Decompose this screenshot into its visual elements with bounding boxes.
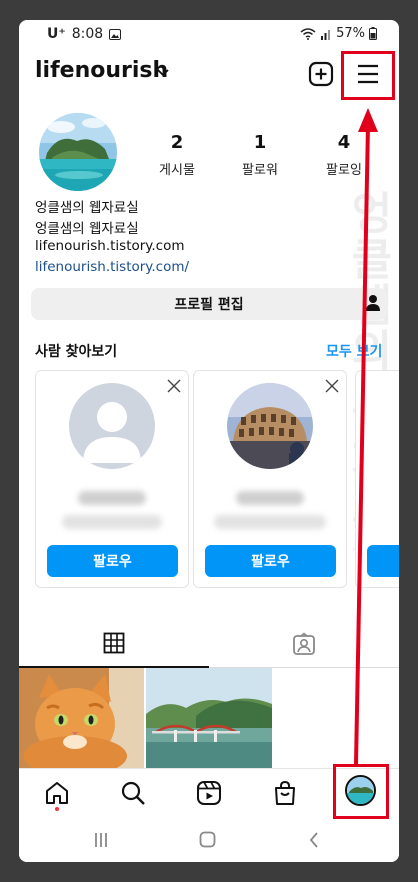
menu-highlight-box (341, 51, 395, 100)
suggestion-card[interactable]: 팔로우 (35, 370, 189, 588)
recent-apps-icon[interactable] (94, 832, 108, 848)
post-thumbnail[interactable] (146, 668, 272, 768)
tagged-icon[interactable] (292, 632, 316, 656)
default-avatar (69, 383, 155, 469)
status-time: 8:08 (71, 26, 104, 42)
phone-screen: U⁺ 8:08 57% lifenourish 2 게시물 1 팔로워 4 팔로… (19, 20, 399, 862)
profile-avatar[interactable] (39, 113, 117, 191)
stat-posts-count: 2 (170, 132, 184, 153)
home-icon[interactable] (44, 780, 70, 806)
gallery-notification-icon (109, 28, 122, 40)
stat-posts-label: 게시물 (159, 163, 195, 178)
bio-link[interactable]: lifenourish.tistory.com/ (35, 259, 189, 275)
close-icon[interactable] (167, 379, 181, 393)
discover-title: 사람 찾아보기 (35, 344, 118, 360)
grid-icon[interactable] (103, 632, 125, 654)
bio-name: 엉클샘의 웹자료실 (35, 200, 139, 216)
follow-button-partial[interactable] (367, 545, 399, 577)
profile-tab-highlight-box (333, 764, 389, 819)
notification-dot (55, 807, 59, 811)
blurred-name (236, 491, 304, 505)
chevron-down-icon[interactable] (156, 67, 170, 79)
suggestion-card-partial[interactable] (355, 370, 399, 588)
post-thumbnail[interactable] (19, 668, 144, 768)
edit-profile-button[interactable]: 프로필 편집 (31, 288, 387, 320)
stat-followers[interactable]: 1 팔로워 (225, 132, 295, 178)
shop-icon[interactable] (272, 780, 298, 806)
stat-followers-label: 팔로워 (242, 163, 278, 178)
colosseum-avatar (227, 383, 313, 469)
system-back-icon[interactable] (308, 831, 320, 849)
battery-icon (369, 27, 377, 40)
battery-percent: 57% (336, 26, 365, 41)
add-person-icon[interactable] (365, 294, 381, 312)
system-navigation-bar (19, 820, 399, 862)
stat-posts[interactable]: 2 게시물 (142, 132, 212, 178)
bridge-lake-photo (146, 668, 272, 768)
stat-following[interactable]: 4 팔로잉 (309, 132, 379, 178)
blurred-subtitle (214, 515, 326, 529)
person-silhouette-icon (83, 402, 141, 463)
suggestion-card[interactable]: 팔로우 (193, 370, 347, 588)
search-icon[interactable] (120, 780, 146, 806)
blurred-subtitle (62, 515, 162, 529)
discover-see-all-link[interactable]: 모두 보기 (326, 341, 382, 361)
island-photo (39, 113, 117, 191)
carrier-label: U⁺ (47, 26, 66, 42)
bio-line: 엉클샘의 웹자료실 (35, 221, 139, 237)
status-bar-right: 57% (300, 26, 377, 41)
follow-button[interactable]: 팔로우 (47, 545, 178, 577)
profile-username[interactable]: lifenourish (35, 58, 168, 83)
signal-icon (321, 29, 331, 40)
colosseum-photo (227, 383, 313, 469)
cat-photo (19, 668, 144, 768)
follow-button[interactable]: 팔로우 (205, 545, 336, 577)
wifi-icon (300, 27, 316, 40)
close-icon[interactable] (325, 379, 339, 393)
blurred-name (78, 491, 146, 505)
reels-icon[interactable] (196, 780, 222, 806)
stat-following-label: 팔로잉 (326, 163, 362, 178)
stat-following-count: 4 (337, 132, 351, 153)
bio-website-text: lifenourish.tistory.com (35, 238, 185, 254)
stat-followers-count: 1 (253, 132, 267, 153)
system-home-icon[interactable] (199, 831, 216, 848)
status-bar-left: U⁺ 8:08 (47, 26, 122, 42)
add-post-icon[interactable] (308, 61, 334, 87)
